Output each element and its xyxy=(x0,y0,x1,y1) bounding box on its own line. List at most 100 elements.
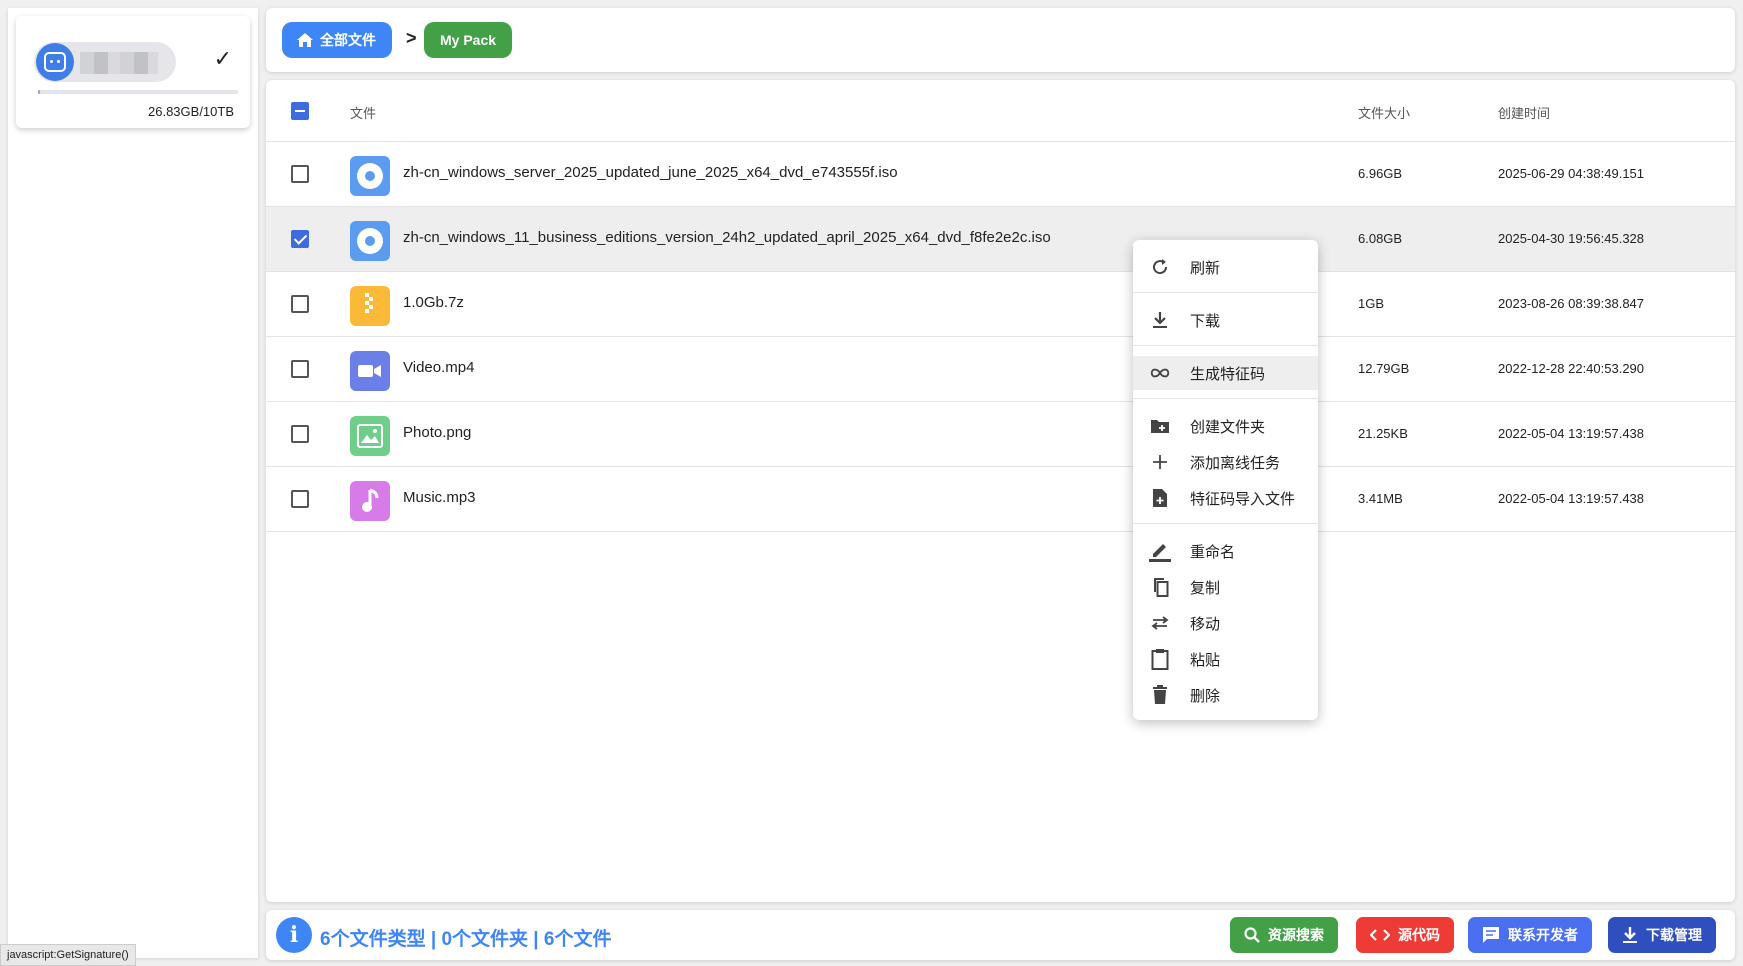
resource-search-label: 资源搜索 xyxy=(1268,927,1324,943)
delete-icon xyxy=(1149,684,1171,706)
file-size: 6.96GB xyxy=(1358,166,1403,181)
menu-item-label: 特征码导入文件 xyxy=(1190,490,1296,508)
breadcrumb-home-label: 全部文件 xyxy=(320,32,376,48)
code-icon xyxy=(1370,929,1390,941)
robot-icon xyxy=(44,52,66,72)
file-time: 2023-08-26 08:39:38.847 xyxy=(1498,296,1645,311)
menu-item-create-folder[interactable]: 创建文件夹 xyxy=(1133,409,1318,443)
menu-item-delete[interactable]: 删除 xyxy=(1133,678,1318,712)
breadcrumb-home-button[interactable]: 全部文件 xyxy=(282,22,392,58)
menu-item-label: 添加离线任务 xyxy=(1190,454,1281,472)
row-checkbox[interactable] xyxy=(291,230,309,248)
table-row[interactable]: Video.mp4 12.79GB 2022-12-28 22:40:53.29… xyxy=(266,337,1735,402)
source-code-label: 源代码 xyxy=(1398,927,1440,943)
move-icon xyxy=(1149,612,1171,634)
table-row[interactable]: 1.0Gb.7z 1GB 2023-08-26 08:39:38.847 xyxy=(266,272,1735,337)
context-menu: 刷新 下载 生成特征码 创建文件夹 添加离线任务 特征码导入文件 重命名 复制 … xyxy=(1133,240,1318,720)
search-icon xyxy=(1244,927,1260,943)
row-checkbox[interactable] xyxy=(291,295,309,313)
menu-item-paste[interactable]: 粘贴 xyxy=(1133,642,1318,676)
file-import-icon xyxy=(1149,487,1171,509)
footer-bar: i 6个文件类型 | 0个文件夹 | 6个文件 资源搜索 源代码 联系开发者 下… xyxy=(266,910,1735,960)
menu-item-label: 移动 xyxy=(1190,615,1221,633)
row-checkbox[interactable] xyxy=(291,425,309,443)
menu-item-label: 复制 xyxy=(1190,579,1221,597)
download-icon xyxy=(1149,309,1171,331)
file-size: 3.41MB xyxy=(1358,491,1403,506)
menu-item-label: 粘贴 xyxy=(1190,651,1221,669)
contact-developer-label: 联系开发者 xyxy=(1508,927,1578,943)
menu-item-label: 下载 xyxy=(1190,312,1221,330)
disc-icon xyxy=(350,156,390,196)
breadcrumb-current-button[interactable]: My Pack xyxy=(424,22,513,58)
video-icon xyxy=(350,351,390,391)
check-icon[interactable]: ✓ xyxy=(214,46,232,72)
file-time: 2022-12-28 22:40:53.290 xyxy=(1498,361,1645,376)
menu-item-import-by-code[interactable]: 特征码导入文件 xyxy=(1133,481,1318,515)
archive-icon xyxy=(350,286,390,326)
music-icon xyxy=(350,481,390,521)
chevron-right-icon: > xyxy=(406,28,417,48)
menu-item-download[interactable]: 下载 xyxy=(1133,303,1318,337)
resource-search-button[interactable]: 资源搜索 xyxy=(1230,917,1338,953)
user-card[interactable]: ✓ 26.83GB/10TB xyxy=(16,16,250,128)
disc-icon xyxy=(350,221,390,261)
file-name[interactable]: 1.0Gb.7z xyxy=(403,294,464,311)
table-row[interactable]: zh-cn_windows_11_business_editions_versi… xyxy=(266,207,1735,272)
select-all-checkbox[interactable] xyxy=(291,102,309,120)
menu-item-copy[interactable]: 复制 xyxy=(1133,570,1318,604)
row-checkbox[interactable] xyxy=(291,360,309,378)
file-name[interactable]: Music.mp3 xyxy=(403,489,476,506)
table-row[interactable]: Music.mp3 3.41MB 2022-05-04 13:19:57.438 xyxy=(266,467,1735,532)
download-manager-button[interactable]: 下载管理 xyxy=(1608,917,1716,953)
folder-add-icon xyxy=(1149,415,1171,437)
file-size: 6.08GB xyxy=(1358,231,1403,246)
table-row[interactable]: Photo.png 21.25KB 2022-05-04 13:19:57.43… xyxy=(266,402,1735,467)
table-header: 文件 文件大小 创建时间 xyxy=(266,80,1735,142)
copy-icon xyxy=(1149,576,1171,598)
menu-item-rename[interactable]: 重命名 xyxy=(1133,534,1318,568)
paste-icon xyxy=(1149,648,1171,670)
file-table: 文件 文件大小 创建时间 zh-cn_windows_server_2025_u… xyxy=(266,80,1735,902)
file-time: 2025-06-29 04:38:49.151 xyxy=(1498,166,1645,181)
quota-bar-fill xyxy=(38,90,40,94)
file-name[interactable]: zh-cn_windows_server_2025_updated_june_2… xyxy=(403,164,898,181)
source-code-button[interactable]: 源代码 xyxy=(1356,917,1454,953)
menu-item-generate-code[interactable]: 生成特征码 xyxy=(1133,356,1318,390)
menu-item-label: 刷新 xyxy=(1190,259,1221,277)
info-icon: i xyxy=(276,917,312,953)
header-time[interactable]: 创建时间 xyxy=(1498,103,1550,122)
file-size: 12.79GB xyxy=(1358,361,1410,376)
row-checkbox[interactable] xyxy=(291,490,309,508)
file-name[interactable]: Photo.png xyxy=(403,424,471,441)
menu-item-label: 删除 xyxy=(1190,687,1221,705)
download-icon xyxy=(1623,927,1637,943)
menu-item-refresh[interactable]: 刷新 xyxy=(1133,250,1318,284)
header-name[interactable]: 文件 xyxy=(350,103,376,122)
header-size[interactable]: 文件大小 xyxy=(1358,103,1410,122)
plus-icon xyxy=(1149,451,1171,473)
image-icon xyxy=(350,416,390,456)
row-checkbox[interactable] xyxy=(291,165,309,183)
refresh-icon xyxy=(1149,256,1171,278)
breadcrumb: 全部文件 > My Pack xyxy=(266,8,1735,72)
user-pill[interactable] xyxy=(34,42,176,82)
avatar xyxy=(36,43,74,81)
file-name[interactable]: zh-cn_windows_11_business_editions_versi… xyxy=(403,229,1051,246)
browser-status-bar: javascript:GetSignature() xyxy=(0,944,136,966)
edit-icon xyxy=(1149,540,1171,562)
menu-item-label: 重命名 xyxy=(1190,543,1236,561)
menu-item-label: 生成特征码 xyxy=(1190,365,1266,383)
menu-item-move[interactable]: 移动 xyxy=(1133,606,1318,640)
table-row[interactable]: zh-cn_windows_server_2025_updated_june_2… xyxy=(266,142,1735,207)
file-name[interactable]: Video.mp4 xyxy=(403,359,474,376)
sidebar: ✓ 26.83GB/10TB xyxy=(8,8,258,958)
menu-item-add-offline-task[interactable]: 添加离线任务 xyxy=(1133,445,1318,479)
file-size: 21.25KB xyxy=(1358,426,1408,441)
contact-developer-button[interactable]: 联系开发者 xyxy=(1468,917,1592,953)
quota-bar xyxy=(38,90,238,94)
chat-icon xyxy=(1483,927,1499,943)
quota-text: 26.83GB/10TB xyxy=(148,104,234,119)
menu-item-label: 创建文件夹 xyxy=(1190,418,1266,436)
home-icon xyxy=(297,33,313,47)
